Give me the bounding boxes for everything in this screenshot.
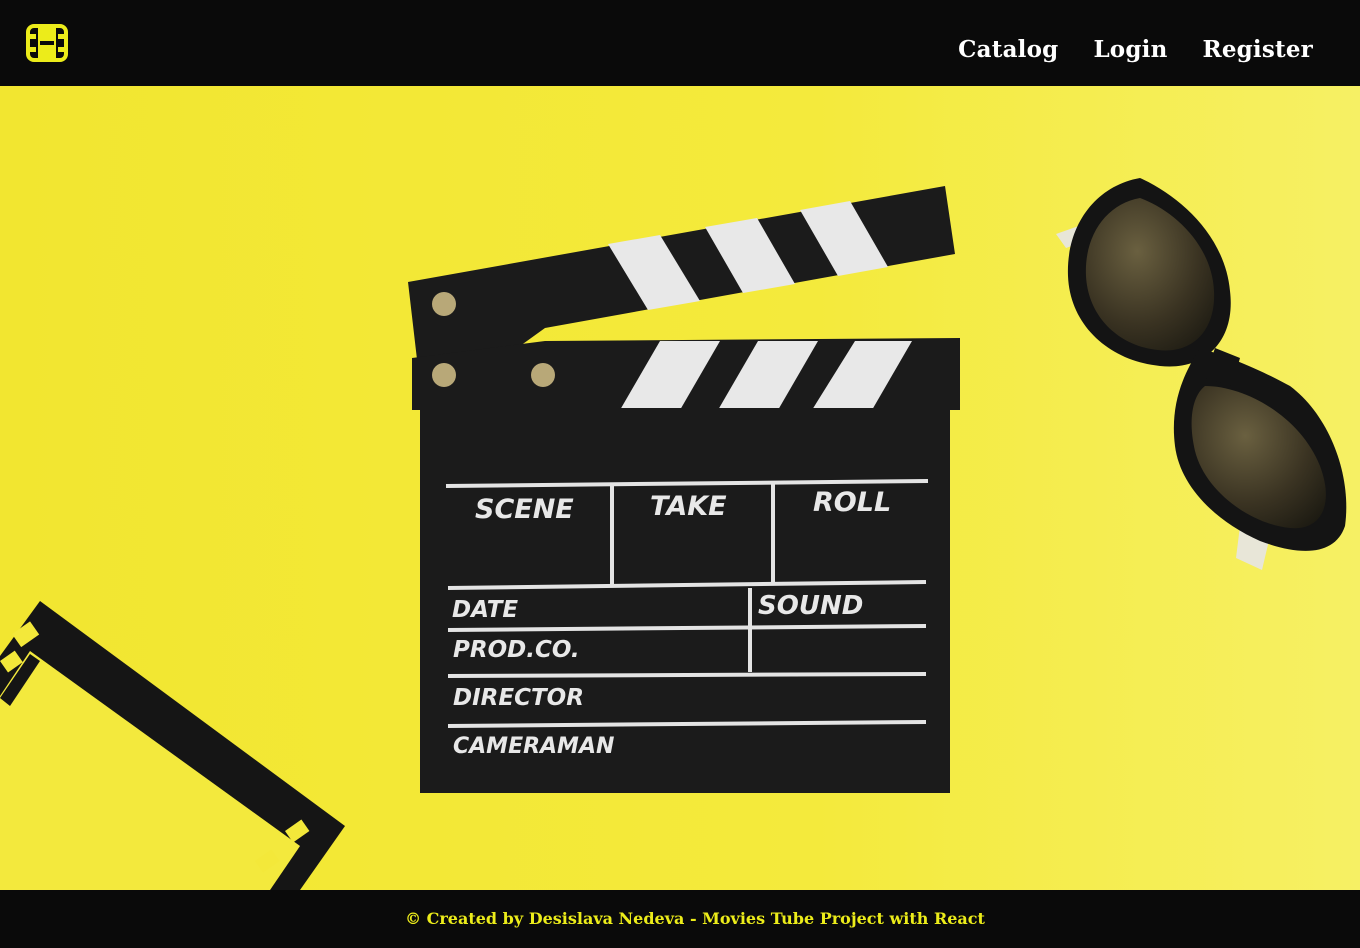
clapper-take-label: TAKE	[650, 491, 727, 522]
nav-login-link[interactable]: Login	[1093, 36, 1167, 63]
clapper-cameraman-label: CAMERAMAN	[453, 734, 614, 759]
clapper-sound-label: SOUND	[758, 591, 863, 621]
main-nav: Catalog Login Register	[958, 36, 1313, 63]
film-icon[interactable]	[26, 24, 68, 62]
footer-credits: © Created by Desislava Nedeva - Movies T…	[405, 908, 985, 928]
clapper-prodco-label: PROD.CO.	[453, 637, 580, 663]
top-navbar: Catalog Login Register	[0, 0, 1360, 86]
page-footer: © Created by Desislava Nedeva - Movies T…	[0, 890, 1360, 948]
clapper-director-label: DIRECTOR	[453, 685, 584, 711]
nav-catalog-link[interactable]: Catalog	[958, 36, 1058, 63]
hero-image: SCENE TAKE ROLL DATE SOUND PROD.CO. DIRE…	[0, 86, 1360, 890]
nav-register-link[interactable]: Register	[1203, 36, 1314, 63]
clapper-date-label: DATE	[452, 597, 518, 623]
clapper-roll-label: ROLL	[813, 487, 891, 518]
clapper-scene-label: SCENE	[475, 494, 574, 525]
